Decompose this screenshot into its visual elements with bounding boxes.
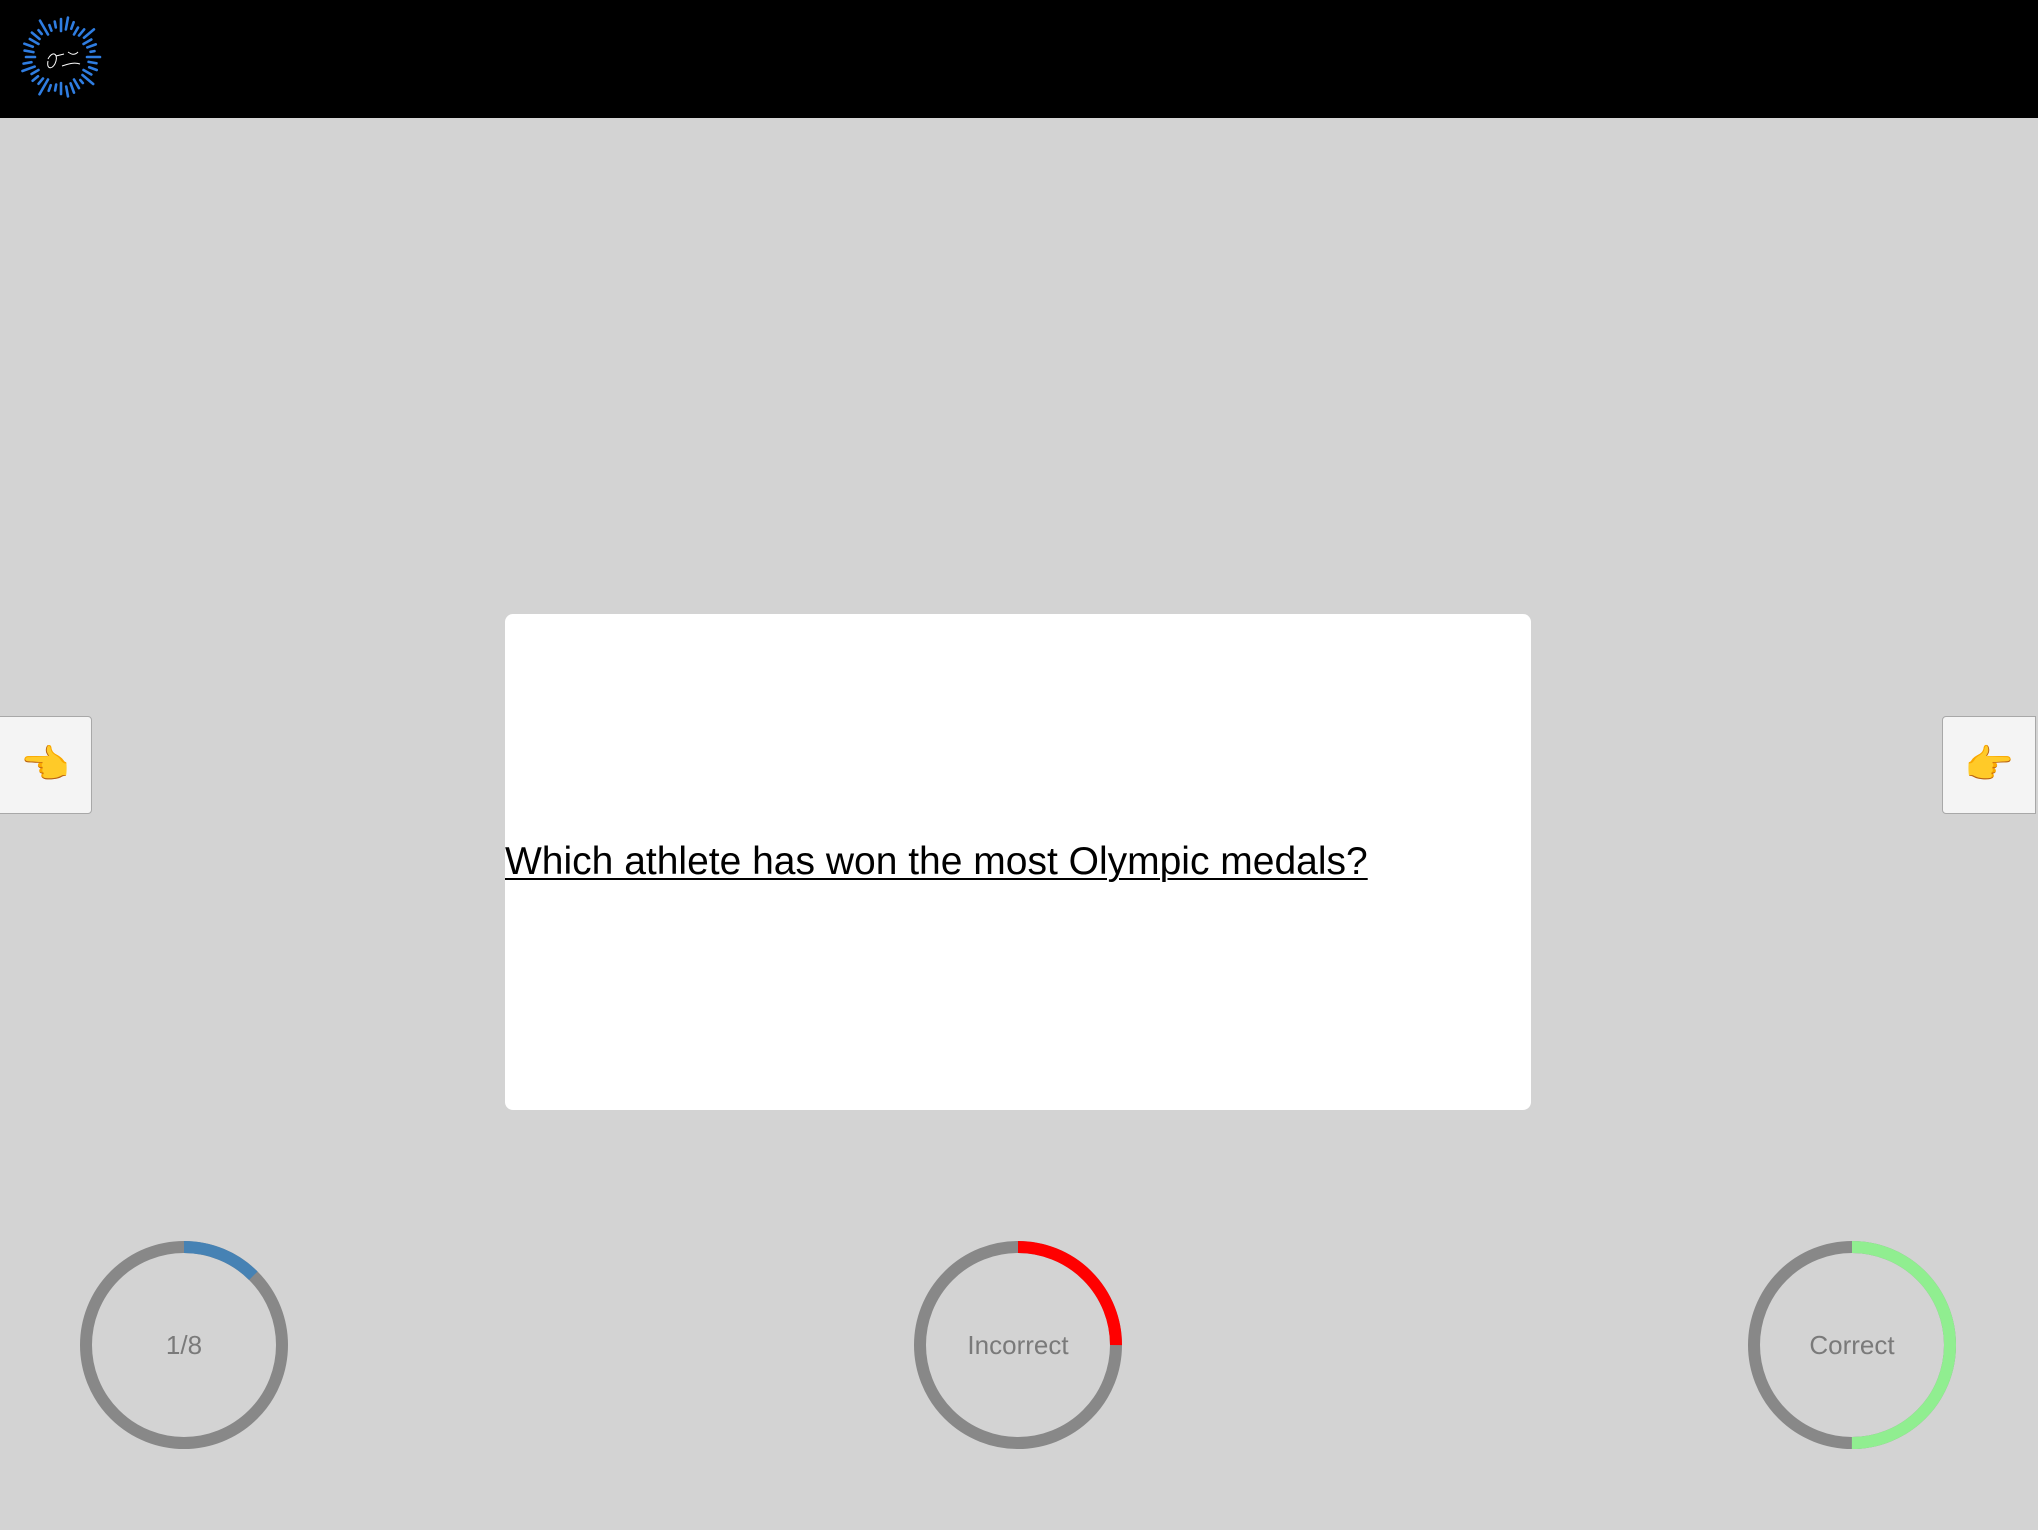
hand-pointing-left-icon: 👈 <box>20 743 70 787</box>
hand-pointing-right-icon: 👉 <box>1964 743 2014 787</box>
question-text[interactable]: Which athlete has won the most Olympic m… <box>505 840 1368 884</box>
previous-button[interactable]: 👈 <box>0 716 92 814</box>
incorrect-ring: Incorrect <box>908 1235 1128 1455</box>
incorrect-label: Incorrect <box>967 1329 1069 1360</box>
logo-icon[interactable] <box>18 14 104 100</box>
correct-ring: Correct <box>1742 1235 1962 1455</box>
next-button[interactable]: 👉 <box>1942 716 2036 814</box>
top-bar <box>0 0 2038 118</box>
progress-ring: 1/8 <box>74 1235 294 1455</box>
question-card[interactable]: Which athlete has won the most Olympic m… <box>505 614 1531 1110</box>
progress-label: 1/8 <box>165 1329 203 1360</box>
correct-label: Correct <box>1809 1329 1895 1360</box>
